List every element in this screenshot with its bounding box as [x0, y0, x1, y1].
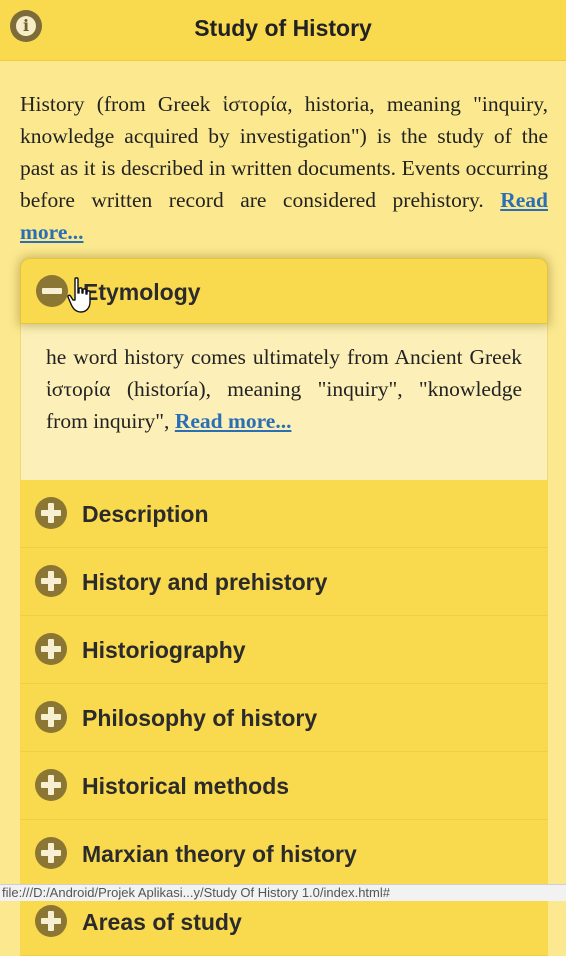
accordion-item-philosophy-of-history[interactable]: Philosophy of history: [20, 684, 548, 752]
app-header: i Study of History: [0, 0, 566, 61]
topics-accordion: Etymology he word history comes ultimate…: [20, 258, 548, 956]
accordion-content-etymology: he word history comes ultimately from An…: [20, 324, 548, 480]
accordion-item-historiography[interactable]: Historiography: [20, 616, 548, 684]
intro-paragraph: History (from Greek ἱστορία, historia, m…: [20, 88, 548, 248]
plus-circle-icon: [35, 905, 67, 937]
plus-circle-icon: [35, 701, 67, 733]
accordion-item-history-and-prehistory[interactable]: History and prehistory: [20, 548, 548, 616]
browser-status-bar: file:///D:/Android/Projek Aplikasi...y/S…: [0, 884, 566, 901]
accordion-label: History and prehistory: [82, 569, 328, 595]
plus-circle-icon: [35, 769, 67, 801]
plus-circle-icon: [35, 565, 67, 597]
etymology-read-more-link[interactable]: Read more...: [175, 409, 292, 433]
accordion-label: Description: [82, 501, 209, 527]
accordion-item-marxian-theory[interactable]: Marxian theory of history: [20, 820, 548, 888]
accordion-item-historical-methods[interactable]: Historical methods: [20, 752, 548, 820]
plus-circle-icon: [35, 633, 67, 665]
accordion-label: Historiography: [82, 637, 246, 663]
accordion-label: Historical methods: [82, 773, 290, 799]
accordion-label: Areas of study: [82, 909, 242, 935]
plus-circle-icon: [35, 837, 67, 869]
plus-circle-icon: [35, 497, 67, 529]
accordion-header-etymology[interactable]: Etymology: [20, 258, 548, 324]
minus-circle-icon: [36, 275, 68, 307]
intro-text: History (from Greek ἱστορία, historia, m…: [20, 92, 548, 212]
accordion-label: Marxian theory of history: [82, 841, 357, 867]
accordion-item-description[interactable]: Description: [20, 480, 548, 548]
page-title: Study of History: [194, 15, 372, 41]
hand-cursor-icon: [67, 277, 91, 313]
accordion-label: Etymology: [83, 279, 201, 305]
accordion-label: Philosophy of history: [82, 705, 318, 731]
